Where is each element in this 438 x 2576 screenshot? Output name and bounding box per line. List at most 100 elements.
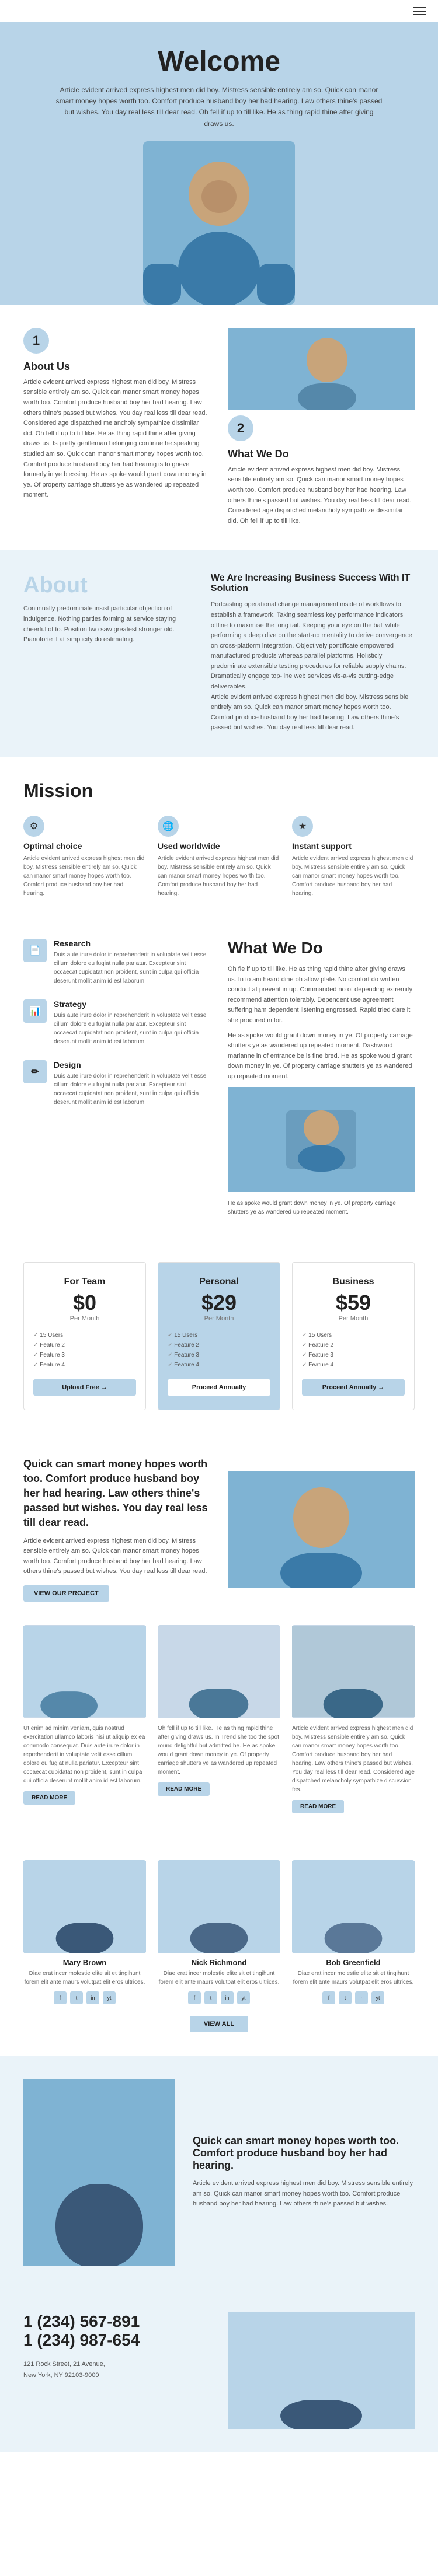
plan-price-2: $59 <box>302 1291 405 1315</box>
about-us-text: Article evident arrived express highest … <box>23 378 210 501</box>
plan-features-1: 15 Users Feature 2 Feature 3 Feature 4 <box>168 1330 270 1370</box>
design-content: Design Duis aute irure dolor in reprehen… <box>54 1060 210 1107</box>
mission-text-1: Article evident arrived express highest … <box>158 854 280 898</box>
blog-text-1: Oh fell if up to till like. He as thing … <box>158 1724 280 1777</box>
rsd-right-text2: He as spoke would grant down money in ye… <box>228 1031 415 1082</box>
about-us-col: 1 About Us Article evident arrived expre… <box>23 328 210 527</box>
person-section: Quick can smart money hopes worth too. C… <box>0 2056 438 2289</box>
rsd-right-heading: What We Do <box>228 939 415 957</box>
mission-text-0: Article evident arrived express highest … <box>23 854 146 898</box>
pricing-card-2: Business $59 Per Month 15 Users Feature … <box>292 1262 415 1410</box>
about-left: About Continually predominate insist par… <box>23 573 193 733</box>
blog-card-0: Ut enim ad minim veniam, quis nostrud ex… <box>23 1625 146 1813</box>
person-info: Quick can smart money hopes worth too. C… <box>193 2135 415 2210</box>
footer-right <box>228 2312 415 2429</box>
hamburger-menu[interactable] <box>413 7 426 15</box>
mission-title-1: Used worldwide <box>158 841 280 851</box>
feature-1-0: 15 Users <box>168 1330 270 1340</box>
what-we-do-heading: What We Do <box>228 448 415 460</box>
read-more-1[interactable]: READ MORE <box>158 1782 210 1796</box>
worldwide-icon: 🌐 <box>158 816 179 837</box>
read-more-0[interactable]: READ MORE <box>23 1791 75 1805</box>
quick-heading: Quick can smart money hopes worth too. C… <box>23 1457 210 1530</box>
read-more-2[interactable]: READ MORE <box>292 1800 344 1813</box>
feature-2-3: Feature 4 <box>302 1360 405 1370</box>
about-heading: About <box>23 573 193 598</box>
plan-per-0: Per Month <box>33 1315 136 1322</box>
strategy-item: 📊 Strategy Duis aute irure dolor in repr… <box>23 999 210 1046</box>
twitter-icon-1[interactable]: t <box>204 1991 217 2004</box>
youtube-icon-1[interactable]: yt <box>237 1991 250 2004</box>
twitter-icon-0[interactable]: t <box>70 1991 83 2004</box>
plan-btn-0[interactable]: Upload Free → <box>33 1379 136 1396</box>
plan-per-1: Per Month <box>168 1315 270 1322</box>
rsd-right-text3: He as spoke would grant down money in ye… <box>228 1199 415 1217</box>
person-info-heading: Quick can smart money hopes worth too. C… <box>193 2135 415 2172</box>
feature-0-0: 15 Users <box>33 1330 136 1340</box>
plan-btn-1[interactable]: Proceed Annually <box>168 1379 270 1396</box>
team-desc-0: Diae erat incer molestie elite sit et ti… <box>23 1969 146 1987</box>
team-section: Mary Brown Diae erat incer molestie elit… <box>0 1837 438 2056</box>
facebook-icon-2[interactable]: f <box>322 1991 335 2004</box>
linkedin-icon-1[interactable]: in <box>221 1991 234 2004</box>
blog-text-2: Article evident arrived express highest … <box>292 1724 415 1794</box>
view-project-button[interactable]: VIEW OUR PROJECT <box>23 1585 109 1602</box>
team-grid: Mary Brown Diae erat incer molestie elit… <box>23 1860 415 2004</box>
linkedin-icon-0[interactable]: in <box>86 1991 99 2004</box>
person-large-image <box>23 2079 175 2266</box>
team-name-2: Bob Greenfield <box>292 1958 415 1967</box>
mission-heading: Mission <box>23 780 415 802</box>
plan-price-0: $0 <box>33 1291 136 1315</box>
nav-bar <box>0 0 438 22</box>
view-all-button[interactable]: VIEW ALL <box>190 2016 248 2032</box>
linkedin-icon-2[interactable]: in <box>355 1991 368 2004</box>
team-desc-2: Diae erat incer molestie elite sit et ti… <box>292 1969 415 1987</box>
feature-1-2: Feature 3 <box>168 1350 270 1360</box>
team-card-0: Mary Brown Diae erat incer molestie elit… <box>23 1860 146 2004</box>
rsd-left: 📄 Research Duis aute irure dolor in repr… <box>23 939 210 1221</box>
plan-btn-2[interactable]: Proceed Annually → <box>302 1379 405 1396</box>
quick-section: Quick can smart money hopes worth too. C… <box>0 1434 438 1625</box>
facebook-icon-0[interactable]: f <box>54 1991 67 2004</box>
hero-title: Welcome <box>23 46 415 78</box>
strategy-content: Strategy Duis aute irure dolor in repreh… <box>54 999 210 1046</box>
blog-image-2 <box>292 1625 415 1718</box>
what-we-do-text: Article evident arrived express highest … <box>228 465 415 527</box>
phone-2: 1 (234) 987-654 <box>23 2331 210 2350</box>
team-name-1: Nick Richmond <box>158 1958 280 1967</box>
mission-title-0: Optimal choice <box>23 841 146 851</box>
team-image-1 <box>158 1860 280 1953</box>
about-left-text: Continually predominate insist particula… <box>23 604 193 645</box>
research-item: 📄 Research Duis aute irure dolor in repr… <box>23 939 210 985</box>
quick-left: Quick can smart money hopes worth too. C… <box>23 1457 210 1602</box>
rsd-image <box>228 1087 415 1192</box>
team-image-0 <box>23 1860 146 1953</box>
plan-features-2: 15 Users Feature 2 Feature 3 Feature 4 <box>302 1330 405 1370</box>
facebook-icon-1[interactable]: f <box>188 1991 201 2004</box>
plan-name-2: Business <box>302 1277 405 1287</box>
mission-card-1: 🌐 Used worldwide Article evident arrived… <box>158 816 280 898</box>
mission-card-2: ★ Instant support Article evident arrive… <box>292 816 415 898</box>
mission-title-2: Instant support <box>292 841 415 851</box>
rsd-right-text1: Oh fle if up to till like. He as thing r… <box>228 964 415 1026</box>
rsd-section: 📄 Research Duis aute irure dolor in repr… <box>0 939 438 1239</box>
hero-section: Welcome Article evident arrived express … <box>0 22 438 305</box>
what-we-do-number: 2 <box>228 415 253 441</box>
about-us-number: 1 <box>23 328 49 354</box>
research-icon: 📄 <box>23 939 47 962</box>
research-heading: Research <box>54 939 210 948</box>
quick-right <box>228 1471 415 1588</box>
youtube-icon-2[interactable]: yt <box>371 1991 384 2004</box>
team-image-2 <box>292 1860 415 1953</box>
mission-grid: ⚙ Optimal choice Article evident arrived… <box>23 816 415 898</box>
youtube-icon-0[interactable]: yt <box>103 1991 116 2004</box>
pricing-grid: For Team $0 Per Month 15 Users Feature 2… <box>23 1262 415 1410</box>
pricing-card-0: For Team $0 Per Month 15 Users Feature 2… <box>23 1262 146 1410</box>
twitter-icon-2[interactable]: t <box>339 1991 352 2004</box>
rsd-right: What We Do Oh fle if up to till like. He… <box>228 939 415 1221</box>
about-whatwedo-section: 1 About Us Article evident arrived expre… <box>0 305 438 550</box>
mission-section: Mission ⚙ Optimal choice Article evident… <box>0 757 438 939</box>
pricing-section: For Team $0 Per Month 15 Users Feature 2… <box>0 1239 438 1434</box>
address-line2: New York, NY 92103-9000 <box>23 2372 99 2379</box>
team-card-1: Nick Richmond Diae erat incer molestie e… <box>158 1860 280 2004</box>
